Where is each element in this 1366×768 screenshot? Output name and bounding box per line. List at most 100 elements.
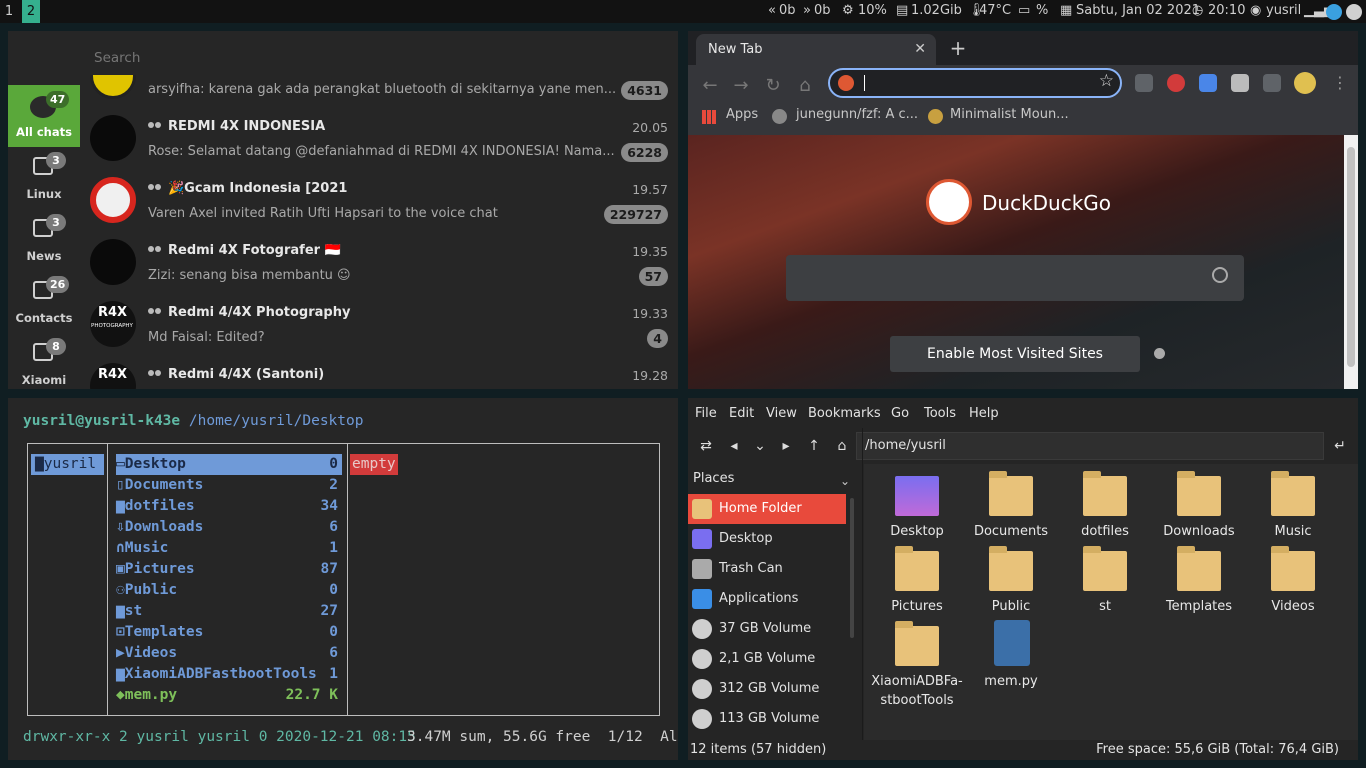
forward-icon[interactable]: → [728,73,754,99]
directory-entry[interactable]: ▆XiaomiADBFastbootTools 1 [116,664,342,685]
directory-entry[interactable]: ▯Documents 2 [116,475,342,496]
page-scrollbar[interactable] [1344,135,1358,389]
file-item[interactable]: Music [1246,471,1340,551]
telegram-tray-icon[interactable] [1326,4,1342,20]
folder-tab-3[interactable]: 3 News [8,209,80,271]
chat-item[interactable]: REDMI 4X INDONESIA 20.05 Rose: Selamat dat… [80,107,678,169]
file-item[interactable]: Videos [1246,546,1340,626]
directory-entry[interactable]: ⚇Public 0 [116,580,342,601]
kebab-menu-icon[interactable]: ⋮ [1332,73,1348,92]
folder-tab-5[interactable]: 8 Xiaomi [8,333,80,389]
directory-entry[interactable]: ⊡Templates 0 [116,622,342,643]
file-item[interactable]: Desktop [870,476,964,551]
directory-entry[interactable]: ▣Pictures 87 [116,559,342,580]
status-permissions: drwxr-xr-x 2 yusril yusril 0 2020-12-21 … [23,729,416,745]
menu-tools[interactable]: Tools [924,406,956,421]
bookmark-fzf[interactable]: junegunn/fzf: A c... [796,107,918,122]
directory-entry[interactable]: ▶Videos 6 [116,643,342,664]
telegram-window: 47All chats3Linux3News26Contacts8Xiaomi … [8,31,678,389]
reload-icon[interactable]: ↻ [760,73,786,99]
file-item[interactable]: XiaomiADBFa-stbootTools [870,621,964,708]
file-item[interactable]: Downloads [1152,471,1246,551]
places-scrollbar[interactable] [850,498,854,638]
star-icon[interactable]: ☆ [1099,71,1114,91]
chat-item[interactable]: arsyifha: karena gak ada perangkat bluet… [80,75,678,107]
menu-view[interactable]: View [766,406,797,421]
extension-icon[interactable] [1231,74,1249,92]
enable-most-visited-button[interactable]: Enable Most Visited Sites [890,336,1140,372]
translate-icon[interactable] [1199,74,1217,92]
chat-item[interactable]: Redmi 4X Fotografer 🇮🇩 19.35 Zizi: senang … [80,231,678,293]
ublock-icon[interactable] [1135,74,1153,92]
ddg-search-input[interactable] [786,255,1244,301]
chat-item[interactable]: R4X Redmi 4/4X (Santoni) 19.28 [80,355,678,389]
place-item[interactable]: 37 GB Volume [688,614,846,644]
tab-new-tab[interactable]: New Tab ✕ [696,34,936,65]
chat-time: 19.35 [632,244,668,259]
info-icon[interactable] [1154,348,1165,359]
menu-file[interactable]: File [695,406,717,421]
home-folder-icon[interactable]: ⌂ [832,436,852,456]
chat-item[interactable]: 🎉Gcam Indonesia [2021 19.57 Varen Axel inv… [80,169,678,231]
up-icon[interactable]: ↑ [804,436,824,456]
place-item[interactable]: Trash Can [688,554,846,584]
bookmark-minimalist[interactable]: Minimalist Moun... [950,107,1069,122]
file-item[interactable]: Templates [1152,546,1246,626]
home-icon[interactable]: ⌂ [792,73,818,99]
workspace-2[interactable]: 2 [22,0,40,23]
directory-entry[interactable]: ▆dotfiles 34 [116,496,342,517]
file-item[interactable]: Public [964,546,1058,626]
place-item[interactable]: 312 GB Volume [688,674,846,704]
extension-block-icon[interactable] [1167,74,1185,92]
file-view: Desktop Documents dotfiles Downloads Music Pi… [864,464,1358,740]
place-item[interactable]: Home Folder [688,494,846,524]
menu-go[interactable]: Go [891,406,909,421]
directory-entry[interactable]: ▆st 27 [116,601,342,622]
search-icon[interactable] [1212,267,1228,283]
file-entry[interactable]: ◆mem.py 22.7 K [116,685,342,706]
folder-tab-1[interactable]: 47 All chats [8,85,80,147]
file-item[interactable]: mem.py [964,620,1058,701]
back-icon[interactable]: ← [697,73,723,99]
folder-tab-4[interactable]: 26 Contacts [8,271,80,333]
search-input[interactable] [94,47,654,69]
place-item[interactable]: 113 GB Volume [688,704,846,734]
path-bar[interactable]: /home/yusril [856,432,1324,460]
close-tab-icon[interactable]: ✕ [914,34,926,65]
back-icon[interactable]: ◂ [724,436,744,456]
places-dropdown-icon[interactable]: ⌄ [840,474,850,488]
new-tab-icon[interactable]: + [946,36,970,60]
profile-avatar[interactable] [1294,72,1316,94]
tray-icon[interactable] [1346,4,1362,20]
place-item[interactable]: 2,1 GB Volume [688,644,846,674]
file-item[interactable]: Pictures [870,546,964,626]
directory-entry[interactable]: ⇩Downloads 6 [116,517,342,538]
directory-entry[interactable]: ▭Desktop 0 [116,454,342,475]
puzzle-icon[interactable] [1263,74,1281,92]
bookmark-apps[interactable]: Apps [726,107,758,122]
place-item[interactable]: Applications [688,584,846,614]
file-item[interactable]: dotfiles [1058,471,1152,551]
chat-last-message: Rose: Selamat datang @defaniahmad di RED… [148,144,615,159]
menu-edit[interactable]: Edit [729,406,754,421]
folder-tab-2[interactable]: 3 Linux [8,147,80,209]
forward-icon[interactable]: ▸ [776,436,796,456]
workspace-1[interactable]: 1 [0,0,18,23]
bookmark-favicon-icon [928,109,943,124]
apps-grid-icon[interactable] [702,110,716,124]
place-item[interactable]: Desktop [688,524,846,554]
file-item[interactable]: Documents [964,471,1058,551]
address-bar[interactable]: ☆ [828,68,1122,98]
directory-entry[interactable]: ∩Music 1 [116,538,342,559]
go-icon[interactable]: ↵ [1330,436,1350,456]
place-label: Trash Can [719,561,783,576]
menu-help[interactable]: Help [969,406,999,421]
places-label[interactable]: Places [693,471,734,486]
chat-item[interactable]: R4X PHOTOGRAPHY Redmi 4/4X Photography 19.3… [80,293,678,355]
history-dropdown-icon[interactable]: ⌄ [750,436,770,456]
menu-bookmarks[interactable]: Bookmarks [808,406,881,421]
file-item[interactable]: st [1058,546,1152,626]
folder-icon [895,621,939,666]
location-toggle-icon[interactable]: ⇄ [696,436,716,456]
parent-dir-entry[interactable]: ▇yusril [31,454,104,475]
